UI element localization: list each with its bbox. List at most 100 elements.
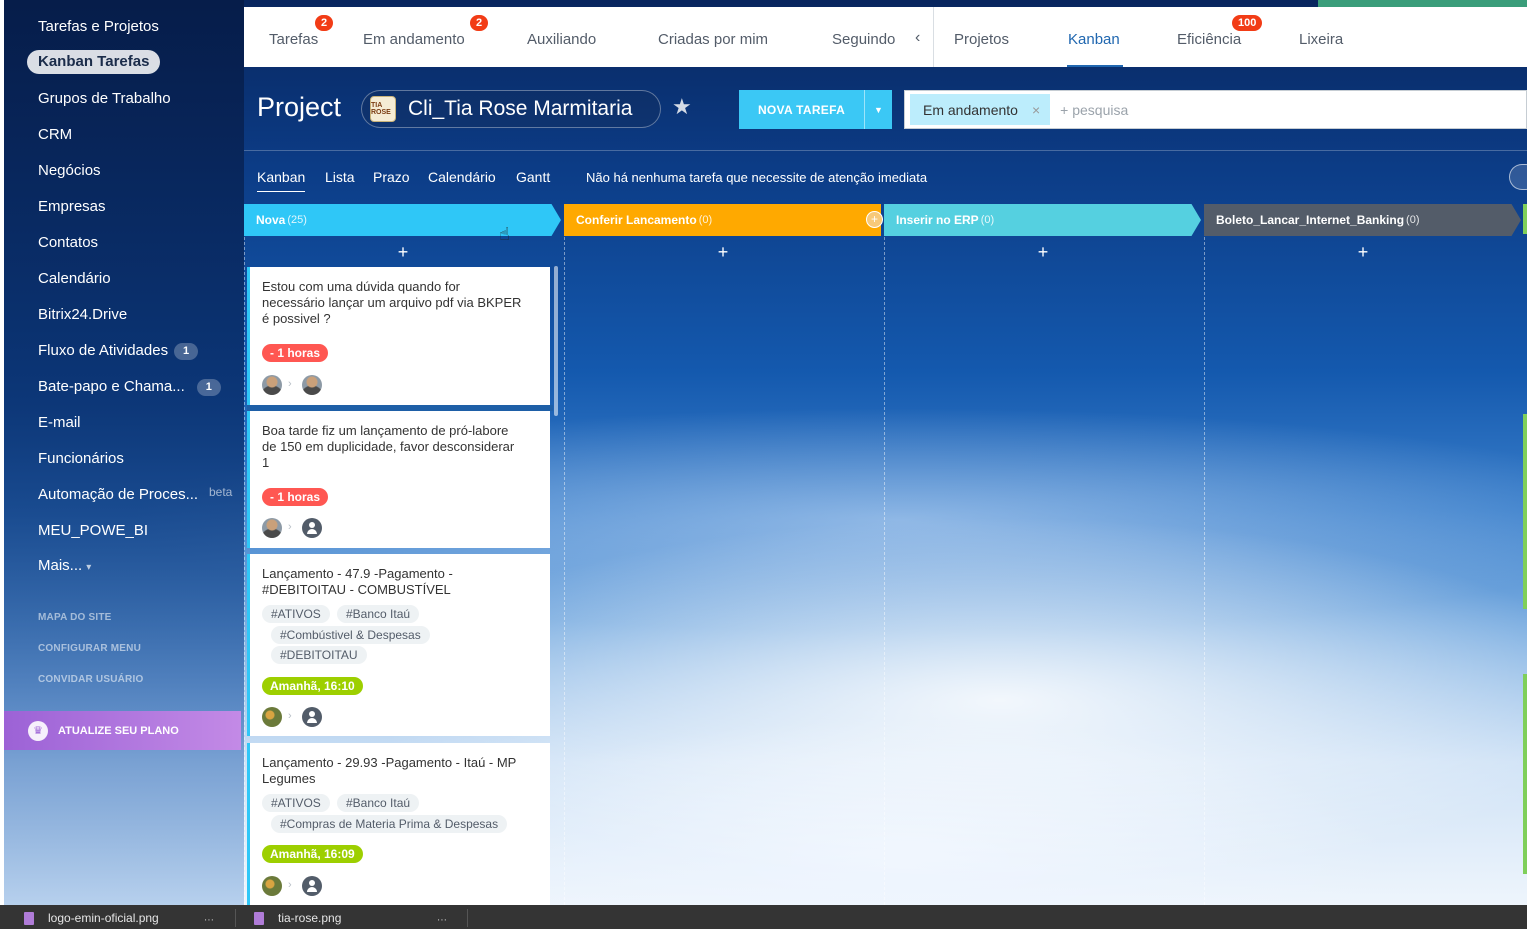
tab-em-andamento[interactable]: Em andamento — [363, 31, 465, 48]
responsible-avatar[interactable] — [302, 375, 322, 395]
creator-avatar[interactable] — [262, 707, 282, 727]
view-gantt[interactable]: Gantt — [516, 169, 550, 185]
deadline-badge[interactable]: - 1 horas — [262, 488, 329, 506]
tab-eficiencia[interactable]: Eficiência — [1177, 31, 1241, 48]
close-icon[interactable]: × — [1032, 102, 1040, 118]
search-input[interactable]: + pesquisa — [1060, 102, 1128, 118]
add-task-icon[interactable]: + — [713, 242, 733, 263]
image-file-icon — [24, 911, 34, 925]
column-header-nova[interactable]: Nova (25) — [244, 204, 561, 236]
hand-cursor-icon: ☝ — [499, 224, 510, 244]
more-options-icon[interactable]: ⋯ — [204, 915, 215, 926]
creator-avatar[interactable] — [262, 876, 282, 896]
new-task-button[interactable]: NOVA TAREFA — [739, 90, 864, 129]
responsible-avatar[interactable] — [302, 518, 322, 538]
download-separator — [467, 909, 468, 927]
sidebar-item-fluxo[interactable]: Fluxo de Atividades 1 — [38, 339, 199, 363]
sidebar-item-mais[interactable]: Mais... ▾ — [38, 554, 91, 578]
sidebar-item-automacao[interactable]: Automação de Proces... — [38, 483, 198, 507]
sidebar-item-calendario[interactable]: Calendário — [38, 267, 111, 291]
creator-avatar[interactable] — [262, 518, 282, 538]
view-lista[interactable]: Lista — [325, 169, 355, 185]
image-file-icon — [254, 911, 264, 925]
invite-user-link[interactable]: CONVIDAR USUÁRIO — [38, 674, 143, 685]
tab-lixeira[interactable]: Lixeira — [1299, 31, 1343, 48]
tab-badge: 2 — [470, 15, 489, 31]
upgrade-plan-button[interactable]: ♛ ATUALIZE SEU PLANO — [4, 711, 241, 750]
column-name: Boleto_Lancar_Internet_Banking — [1216, 213, 1405, 227]
tab-criadas-por-mim[interactable]: Criadas por mim — [658, 31, 768, 48]
view-kanban[interactable]: Kanban — [257, 169, 306, 192]
column-scrollbar[interactable] — [554, 266, 558, 416]
sidebar-item-funcionarios[interactable]: Funcionários — [38, 447, 124, 471]
column-header-inserir-erp[interactable]: Inserir no ERP (0) — [884, 204, 1201, 236]
column-header-boleto[interactable]: Boleto_Lancar_Internet_Banking (0) — [1204, 204, 1521, 236]
project-selector[interactable]: TIA ROSE Cli_Tia Rose Marmitaria — [361, 90, 661, 128]
view-prazo[interactable]: Prazo — [373, 169, 410, 185]
download-item[interactable]: tia-rose.png — [254, 911, 341, 925]
tab-auxiliando[interactable]: Auxiliando — [527, 31, 596, 48]
task-card[interactable]: Lançamento - 29.93 -Pagamento - Itaú - M… — [247, 743, 550, 905]
tab-tarefas[interactable]: Tarefas — [269, 31, 318, 48]
task-tag[interactable]: #Banco Itaú — [337, 794, 420, 812]
sidebar-item-kanban-tarefas[interactable]: Kanban Tarefas — [27, 50, 161, 74]
filter-chip-label: Em andamento — [923, 101, 1018, 118]
view-calendario[interactable]: Calendário — [428, 169, 496, 185]
sidebar-item-drive[interactable]: Bitrix24.Drive — [38, 303, 127, 327]
task-tag[interactable]: #Combústivel & Despesas — [271, 626, 430, 644]
sidebar-item-tarefas-projetos[interactable]: Tarefas e Projetos — [38, 15, 159, 39]
add-task-icon[interactable]: + — [393, 242, 413, 263]
chevron-left-icon[interactable]: ‹ — [915, 29, 920, 47]
deadline-badge[interactable]: Amanhã, 16:09 — [262, 845, 363, 863]
add-task-icon[interactable]: + — [1033, 242, 1053, 263]
responsible-avatar[interactable] — [302, 876, 322, 896]
sidebar-item-negocios[interactable]: Negócios — [38, 159, 101, 183]
column-separator — [884, 237, 885, 905]
task-card[interactable]: Estou com uma dúvida quando for necessár… — [247, 267, 553, 411]
creator-avatar[interactable] — [262, 375, 282, 395]
header-divider — [244, 150, 1527, 151]
sidebar-item-meu-power-bi[interactable]: MEU_POWE_BI — [38, 519, 148, 543]
task-tag[interactable]: #Banco Itaú — [337, 605, 420, 623]
add-task-icon[interactable]: + — [1353, 242, 1373, 263]
add-column-icon[interactable]: + — [866, 211, 883, 228]
download-item[interactable]: logo-emin-oficial.png — [24, 911, 159, 925]
column-count: (0) — [1406, 214, 1420, 226]
sidebar-item-email[interactable]: E-mail — [38, 411, 81, 435]
more-options-icon[interactable]: ⋯ — [437, 915, 448, 926]
tab-projetos[interactable]: Projetos — [954, 31, 1009, 48]
sidebar-item-bate-papo[interactable]: Bate-papo e Chama... 1 — [38, 375, 221, 399]
sidebar-item-empresas[interactable]: Empresas — [38, 195, 106, 219]
new-task-dropdown-button[interactable]: ▼ — [864, 90, 892, 129]
task-card[interactable]: Boa tarde fiz um lançamento de pró-labor… — [247, 411, 550, 548]
chevron-down-icon: ▾ — [86, 562, 92, 573]
sidebar-counter: 1 — [196, 378, 221, 396]
sidebar-item-crm[interactable]: CRM — [38, 123, 72, 147]
site-map-link[interactable]: MAPA DO SITE — [38, 612, 112, 623]
sidebar-item-label: Bate-papo e Chama... — [38, 378, 185, 395]
tab-kanban[interactable]: Kanban — [1068, 31, 1120, 48]
configure-menu-link[interactable]: CONFIGURAR MENU — [38, 643, 141, 654]
sidebar-item-contatos[interactable]: Contatos — [38, 231, 98, 255]
column-count: (0) — [980, 214, 995, 226]
task-title: Lançamento - 47.9 -Pagamento - #DEBITOIT… — [262, 566, 453, 597]
filter-chip[interactable]: Em andamento × — [910, 94, 1051, 125]
sidebar-item-label: Mais... — [38, 557, 83, 574]
task-tag[interactable]: #Compras de Materia Prima & Despesas — [271, 815, 508, 833]
chevron-right-icon: › — [288, 378, 292, 390]
task-tag[interactable]: #ATIVOS — [262, 605, 330, 623]
task-tag[interactable]: #DEBITOITAU — [271, 646, 367, 664]
column-header-conferir[interactable]: Conferir Lancamento (0) — [564, 204, 881, 236]
top-accent-bar — [1318, 0, 1527, 7]
deadline-badge[interactable]: - 1 horas — [262, 344, 329, 362]
deadline-badge[interactable]: Amanhã, 16:10 — [262, 677, 363, 695]
task-tag[interactable]: #ATIVOS — [262, 794, 330, 812]
search-filter-bar[interactable]: Em andamento × + pesquisa — [904, 90, 1527, 129]
star-icon[interactable]: ★ — [672, 94, 692, 120]
responsible-avatar[interactable] — [302, 707, 322, 727]
tab-divider — [933, 7, 934, 67]
tab-seguindo[interactable]: Seguindo — [832, 31, 895, 48]
task-title: Boa tarde fiz um lançamento de pró-labor… — [262, 423, 515, 470]
task-card[interactable]: Lançamento - 47.9 -Pagamento - #DEBITOIT… — [247, 554, 550, 736]
sidebar-item-grupos[interactable]: Grupos de Trabalho — [38, 87, 171, 111]
